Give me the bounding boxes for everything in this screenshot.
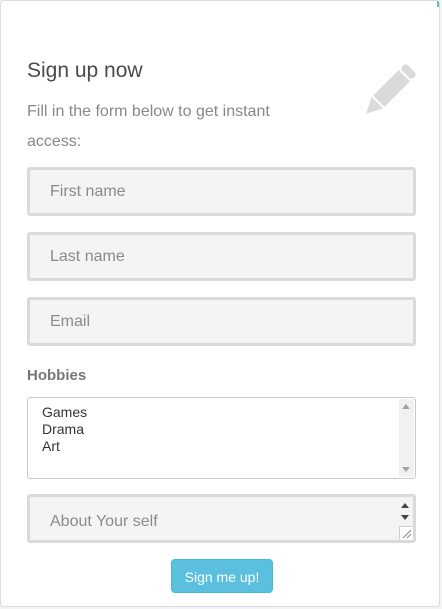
last-name-input[interactable] <box>27 232 416 281</box>
email-input[interactable] <box>27 297 416 346</box>
scroll-up-arrow-icon[interactable] <box>402 404 410 409</box>
scroll-down-arrow-icon[interactable] <box>402 467 410 472</box>
form-subtitle: Fill in the form below to get instant ac… <box>27 103 270 150</box>
about-yourself-textarea[interactable]: About Your self <box>27 494 416 543</box>
hobby-option-drama[interactable]: Drama <box>42 421 415 438</box>
card-accent-edge <box>437 1 439 7</box>
signup-card: Sign up now Fill in the form below to ge… <box>0 0 440 607</box>
hobbies-scrollbar[interactable] <box>399 399 414 477</box>
sign-up-button[interactable]: Sign me up! <box>171 559 273 593</box>
scroll-up-arrow-icon[interactable] <box>401 503 409 508</box>
hobby-option-art[interactable]: Art <box>42 438 415 455</box>
scroll-down-arrow-icon[interactable] <box>401 515 409 520</box>
resize-handle-icon[interactable] <box>399 526 413 540</box>
form-title: Sign up now <box>27 59 143 82</box>
hobbies-select[interactable]: Games Drama Art <box>27 397 416 479</box>
pencil-icon <box>357 61 419 123</box>
hobby-option-games[interactable]: Games <box>42 404 415 421</box>
about-yourself-placeholder: About Your self <box>50 513 158 530</box>
first-name-input[interactable] <box>27 167 416 216</box>
hobbies-label: Hobbies <box>27 367 87 384</box>
